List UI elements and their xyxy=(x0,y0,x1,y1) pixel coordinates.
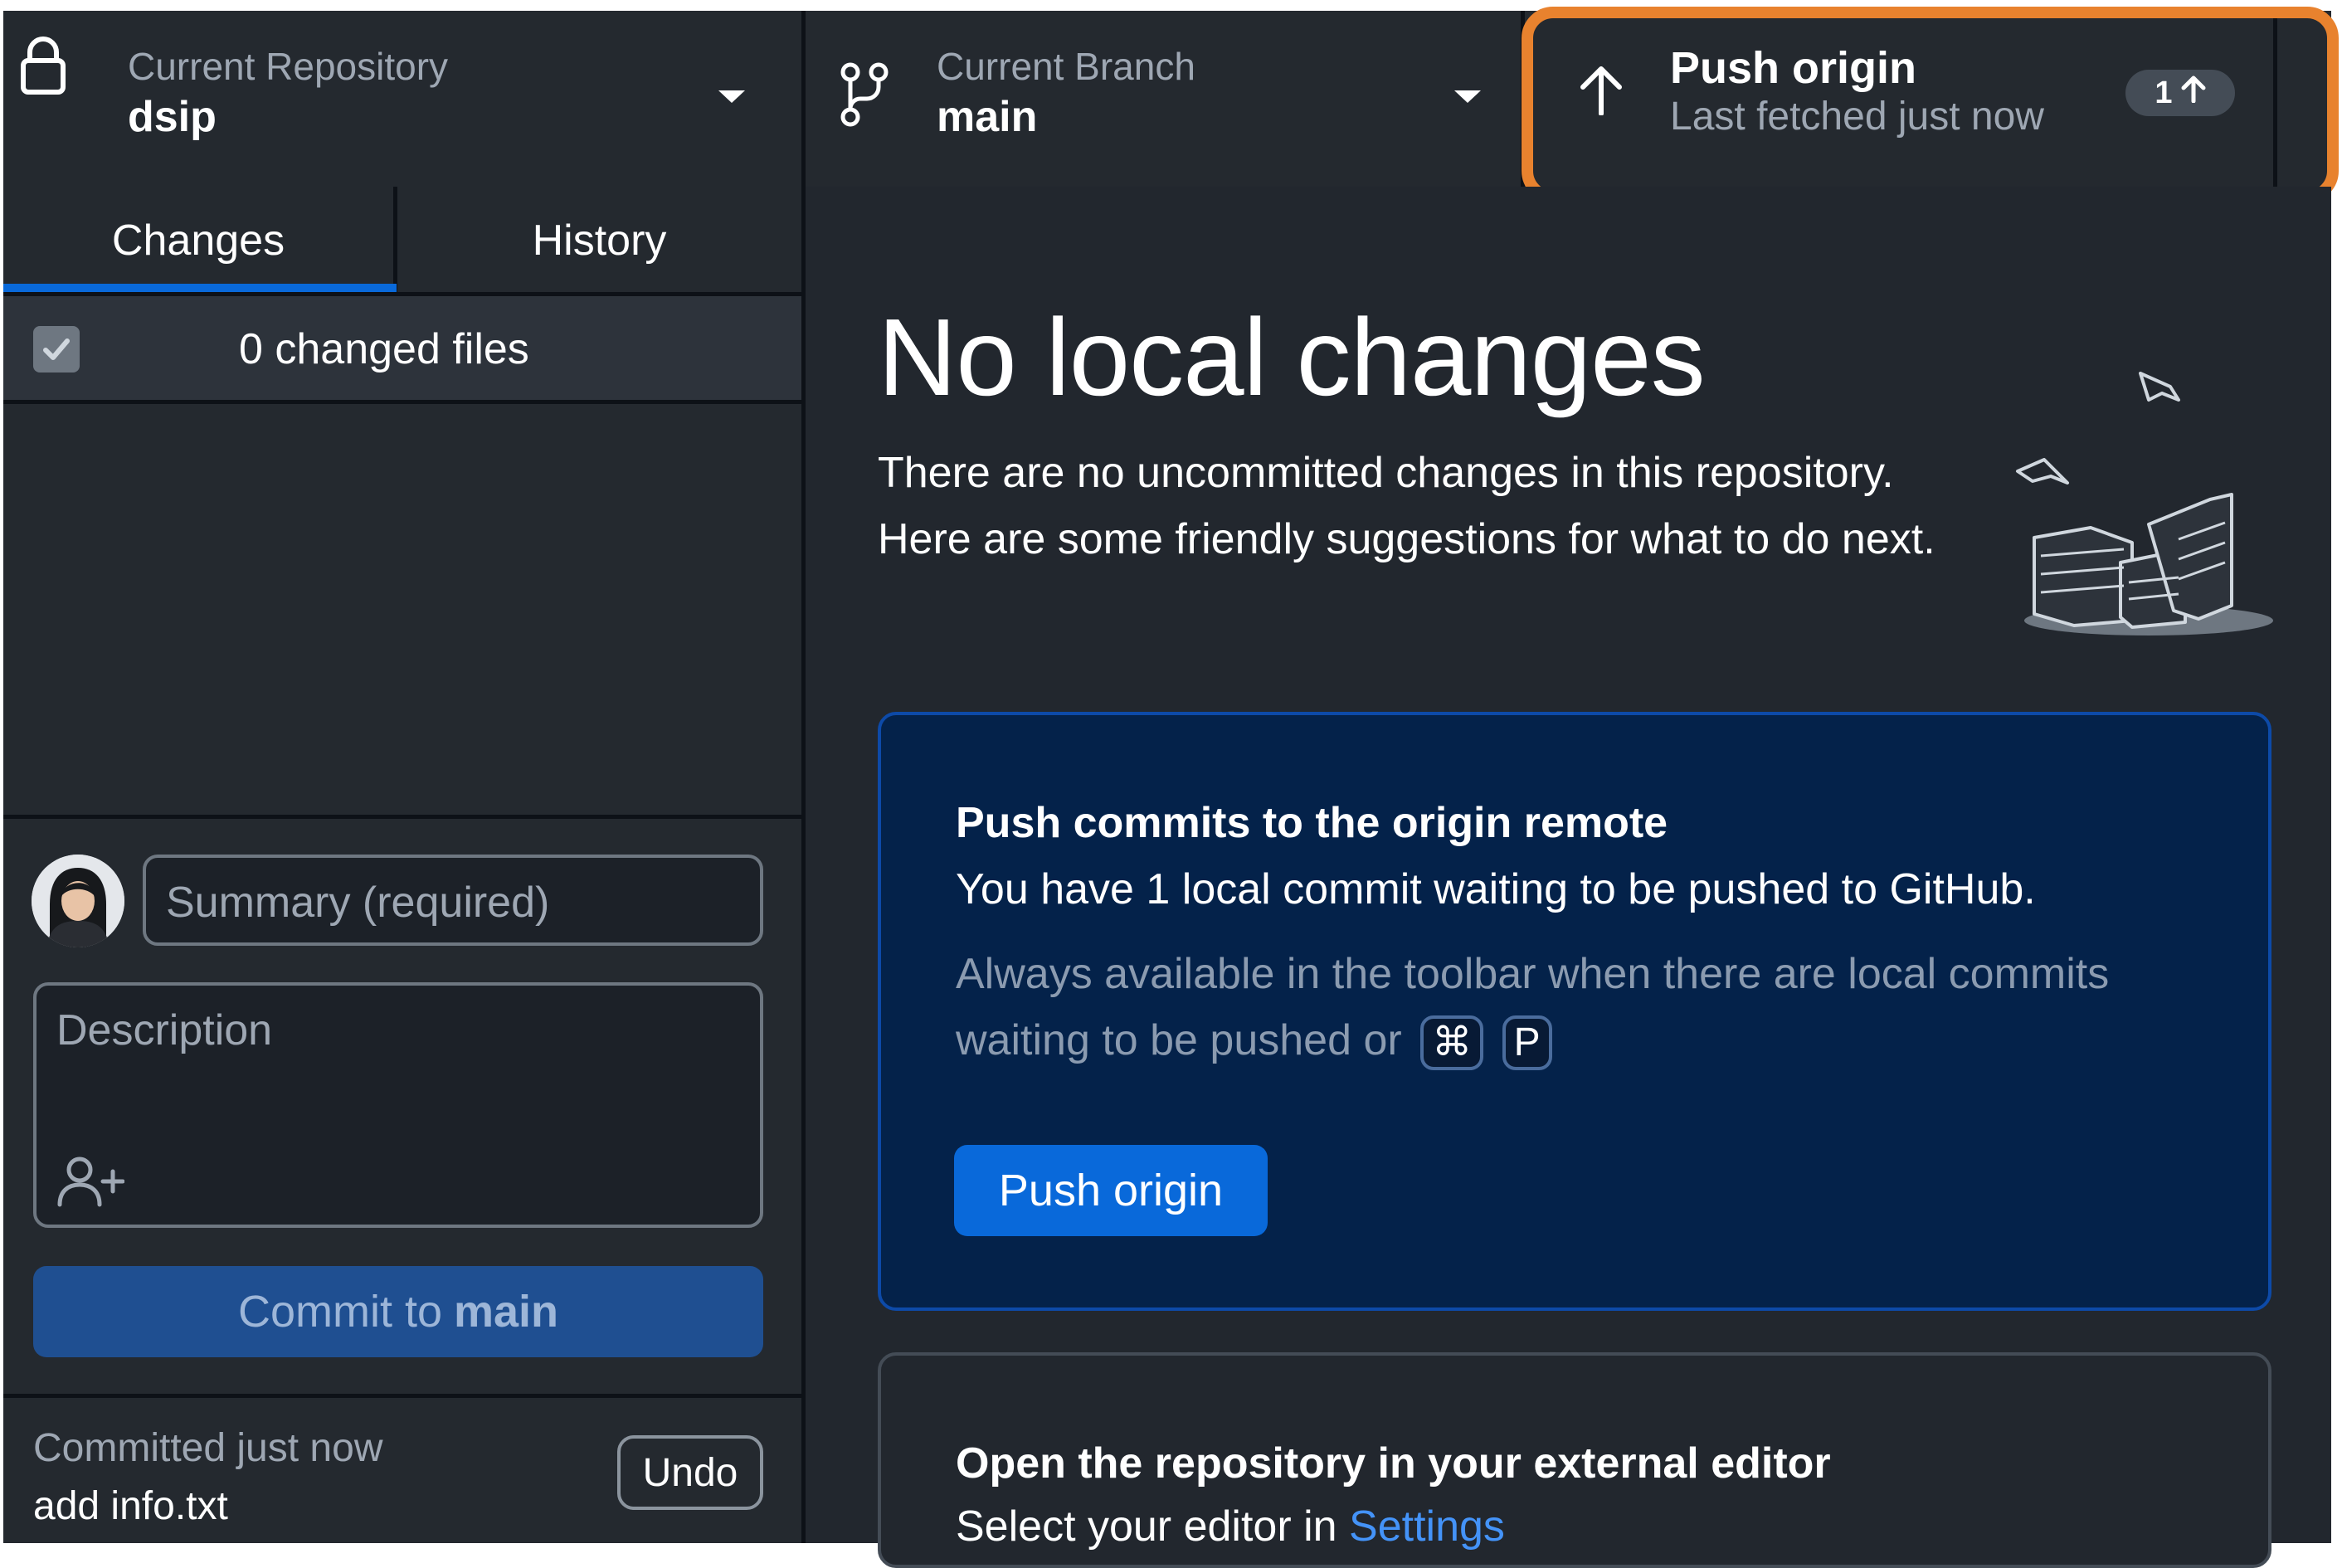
last-commit-message: add info.txt xyxy=(33,1484,228,1528)
chevron-down-icon xyxy=(718,90,745,103)
branch-label: Current Branch xyxy=(937,45,1195,88)
changed-files-header: 0 changed files xyxy=(3,296,801,400)
tab-changes-label: Changes xyxy=(111,217,285,265)
add-co-author-icon[interactable] xyxy=(55,1155,125,1208)
repository-label: Current Repository xyxy=(128,45,449,88)
last-commit-status: Committed just now xyxy=(33,1426,383,1470)
editor-card-text-prefix: Select your editor in xyxy=(956,1502,1337,1551)
summary-input[interactable]: Summary (required) xyxy=(143,855,763,946)
description-input[interactable]: Description xyxy=(33,982,763,1228)
repository-selector[interactable]: Current Repository dsip xyxy=(3,11,801,187)
changed-files-list xyxy=(3,404,801,815)
undo-label: Undo xyxy=(642,1450,738,1495)
push-origin-highlight xyxy=(1522,7,2339,202)
settings-link[interactable]: Settings xyxy=(1349,1502,1505,1551)
tab-history[interactable]: History xyxy=(397,187,801,295)
page-description: There are no uncommitted changes in this… xyxy=(878,449,1935,563)
tab-changes[interactable]: Changes xyxy=(3,187,393,295)
push-card-text: You have 1 local commit waiting to be pu… xyxy=(956,865,2036,913)
empty-state-illustration xyxy=(2008,357,2281,639)
push-card-hint: Always available in the toolbar when the… xyxy=(956,941,2117,1074)
avatar xyxy=(32,855,124,947)
undo-button[interactable]: Undo xyxy=(617,1435,763,1510)
p-key: P xyxy=(1502,1015,1552,1071)
selected-tab-indicator xyxy=(3,284,397,292)
divider xyxy=(3,815,801,819)
editor-card-text: Select your editor in Settings xyxy=(956,1502,1505,1551)
divider xyxy=(3,1394,801,1398)
commit-button[interactable]: Commit to main xyxy=(33,1266,763,1357)
push-origin-button[interactable]: Push origin xyxy=(954,1145,1268,1236)
editor-card-title: Open the repository in your external edi… xyxy=(956,1439,1831,1488)
command-key: ⌘ xyxy=(1420,1015,1484,1071)
open-editor-card: Open the repository in your external edi… xyxy=(878,1352,2271,1568)
page-title: No local changes xyxy=(878,296,1706,418)
checkmark-icon xyxy=(43,338,70,360)
push-origin-button-label: Push origin xyxy=(998,1166,1224,1215)
git-branch-icon xyxy=(839,62,890,127)
push-card-title: Push commits to the origin remote xyxy=(956,799,1668,847)
summary-placeholder: Summary (required) xyxy=(166,879,550,927)
description-placeholder: Description xyxy=(56,1006,273,1054)
commit-button-branch: main xyxy=(454,1287,559,1337)
repository-name: dsip xyxy=(128,93,217,141)
tab-history-label: History xyxy=(532,217,667,265)
chevron-down-icon xyxy=(1454,90,1481,103)
select-all-checkbox[interactable] xyxy=(33,326,80,373)
branch-selector[interactable]: Current Branch main xyxy=(806,11,1521,187)
lock-icon xyxy=(18,36,68,95)
commit-button-label: Commit to xyxy=(237,1287,442,1337)
changed-files-count: 0 changed files xyxy=(239,325,529,373)
branch-name: main xyxy=(937,93,1038,141)
